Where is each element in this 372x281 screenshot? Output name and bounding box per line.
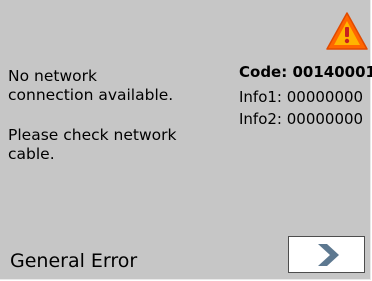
message-line-3: Please check network	[8, 126, 177, 144]
next-button[interactable]	[288, 236, 365, 273]
message-line-4: cable.	[8, 145, 55, 163]
message-line-1: No network	[8, 67, 97, 85]
error-message: No network connection available. Please …	[8, 67, 228, 164]
error-screen: No network connection available. Please …	[0, 0, 372, 280]
chevron-right-icon	[318, 244, 339, 266]
error-code: Code: 00140001	[239, 63, 372, 81]
info2-value: Info2: 00000000	[239, 110, 364, 128]
error-title: General Error	[10, 250, 138, 272]
warning-icon	[326, 12, 368, 50]
message-line-2: connection available.	[8, 86, 174, 104]
info1-value: Info1: 00000000	[239, 88, 364, 106]
